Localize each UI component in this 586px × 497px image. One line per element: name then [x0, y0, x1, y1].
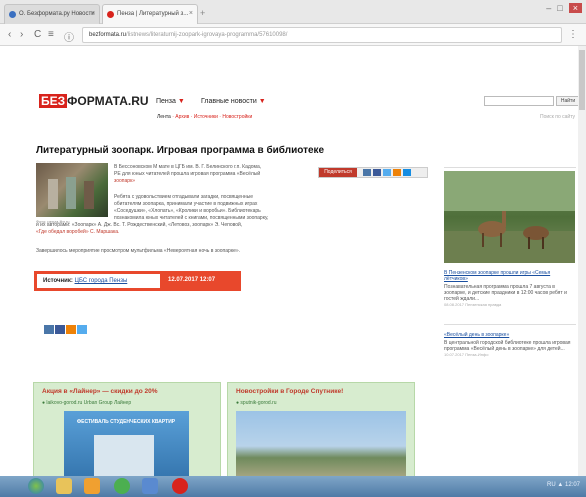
sidebar-story-1-date: 08.08.2017 Пензенская правда — [444, 302, 502, 307]
reload-icon[interactable]: C — [34, 29, 41, 40]
article-title: Литературный зоопарк. Игровая программа … — [36, 145, 325, 156]
close-tab-icon[interactable]: × — [189, 10, 193, 17]
url-path: /listnews/literaturnij-zoopark-igrovaya-… — [126, 32, 288, 38]
nav-city[interactable]: Пенза ▼ — [156, 98, 185, 105]
subnav-sources[interactable]: Источники — [194, 114, 218, 120]
ok-icon[interactable] — [66, 325, 76, 334]
chevron-down-icon: ▼ — [258, 98, 266, 105]
sidebar-photo[interactable] — [444, 171, 575, 263]
scrollbar-thumb[interactable] — [579, 50, 585, 110]
ad-title[interactable]: Новостройки в Городе Спутнике! — [236, 388, 343, 395]
sidebar-story-2: «Весёлый день в зоопарке» В центральной … — [444, 332, 575, 358]
twitter-icon[interactable] — [383, 169, 391, 176]
twitter-icon[interactable] — [77, 325, 87, 334]
ad-image[interactable]: ФЕСТИВАЛЬ СТУДЕНЧЕСКИХ КВАРТИР — [64, 411, 189, 476]
minimize-icon[interactable]: – — [546, 3, 557, 13]
sidebar-divider — [444, 167, 576, 168]
deer-photo — [444, 171, 575, 263]
back-icon[interactable]: ‹ — [8, 29, 11, 40]
subnav-newbuilds[interactable]: Новостройки — [222, 114, 252, 120]
tab-news[interactable]: О. Безформата.ру Новости × — [4, 4, 100, 24]
vk-icon[interactable] — [363, 169, 371, 176]
url-host: bezformata.ru — [89, 32, 127, 38]
close-tab-icon[interactable]: × — [91, 10, 95, 17]
ok-icon[interactable] — [393, 169, 401, 176]
article-body-cont: и их авторами: «Зоопарк» А. Дж. Вс. Т. Р… — [36, 222, 243, 235]
system-tray[interactable]: RU ▲ 12:07 — [547, 482, 580, 488]
sidebar-story-2-title[interactable]: «Весёлый день в зоопарке» — [444, 332, 575, 338]
address-bar[interactable]: bezformata.ru/listnews/literaturnij-zoop… — [82, 27, 562, 43]
site-info-icon[interactable]: ⓘ — [64, 29, 74, 44]
sidebar-story-1: В Пензенском зоопарке прошли игры «Семья… — [444, 270, 575, 308]
ad-image-caption: ФЕСТИВАЛЬ СТУДЕНЧЕСКИХ КВАРТИР — [76, 419, 176, 425]
sidebar-story-1-title[interactable]: В Пензенском зоопарке прошли игры «Семья… — [444, 270, 575, 282]
sidebar-story-2-text: В центральной городской библиотеке прошл… — [444, 340, 571, 352]
ad-block-1[interactable]: Акция в «Лайнер» — скидки до 20% ● laiko… — [33, 382, 221, 476]
article-body: Ребята с удовольствием отгадывали загадк… — [114, 194, 269, 221]
vk-icon[interactable] — [44, 325, 54, 334]
tab-article[interactable]: Пенза | Литературный з... × — [102, 4, 198, 24]
page-scrollbar[interactable] — [578, 46, 586, 476]
site-favicon-icon — [107, 11, 114, 18]
taskbar: RU ▲ 12:07 — [0, 476, 586, 497]
article-date: 12.07.2017 12:07 — [168, 277, 216, 283]
share-widget: Поделиться — [318, 167, 428, 178]
mail-icon[interactable] — [403, 169, 411, 176]
chrome-icon[interactable] — [114, 478, 130, 494]
ad-source[interactable]: ● sputnik-gorod.ru — [236, 400, 277, 406]
maximize-icon[interactable]: □ — [557, 3, 568, 13]
menu-list-icon[interactable]: ≡ — [48, 29, 54, 40]
nav-main-news[interactable]: Главные новости ▼ — [201, 98, 266, 105]
facebook-icon[interactable] — [55, 325, 65, 334]
close-window-icon[interactable]: × — [568, 3, 582, 13]
browser-toolbar: ‹ › C ≡ ⓘ bezformata.ru/listnews/literat… — [0, 24, 586, 46]
ad-title[interactable]: Акция в «Лайнер» — скидки до 20% — [42, 388, 157, 395]
sidebar-divider — [444, 324, 576, 325]
web-page: БЕЗ ФОРМАТА.RU Пенза ▼ Главные новости ▼ … — [0, 46, 586, 476]
share-button[interactable]: Поделиться — [319, 168, 357, 177]
search-hint[interactable]: Поиск по сайту — [540, 114, 575, 120]
tab-title: Пенза | Литературный з... — [117, 11, 189, 17]
article-photo[interactable] — [36, 163, 108, 217]
app-icon[interactable] — [142, 478, 158, 494]
start-button[interactable] — [28, 478, 44, 494]
ad-image[interactable] — [236, 411, 406, 476]
forward-icon[interactable]: › — [20, 29, 23, 40]
search-input[interactable] — [484, 96, 554, 106]
tab-title: О. Безформата.ру Новости — [19, 11, 95, 17]
subnav-feed[interactable]: Лента — [157, 114, 171, 120]
article-footer: Завершилось мероприятие просмотром мульт… — [36, 248, 241, 254]
browser-menu-icon[interactable]: ⋮ — [568, 29, 578, 40]
article-lead: В Бессоновском М мате в ЦГБ им. В. Г. Бе… — [114, 164, 262, 184]
media-player-icon[interactable] — [84, 478, 100, 494]
sub-navigation: Лента · Архив · Источники · Новостройки — [157, 114, 253, 120]
opera-icon[interactable] — [172, 478, 188, 494]
source-bar: Источник: ЦБС города Пензы 12.07.2017 12… — [34, 271, 241, 291]
tab-bar: О. Безформата.ру Новости × Пенза | Литер… — [0, 0, 586, 24]
sidebar-story-1-text: Познавательная программа прошла 7 август… — [444, 284, 567, 302]
site-favicon-icon — [9, 11, 16, 18]
social-buttons — [44, 321, 88, 339]
facebook-icon[interactable] — [373, 169, 381, 176]
explorer-icon[interactable] — [56, 478, 72, 494]
sidebar-story-2-date: 10.07.2017 Пенза-Инфо — [444, 352, 489, 357]
subnav-archive[interactable]: Архив — [175, 114, 189, 120]
source-link[interactable]: ЦБС города Пензы — [75, 278, 128, 284]
ad-source[interactable]: ● laikovo-gorod.ru Urban Group Лайнер — [42, 400, 131, 406]
chevron-down-icon: ▼ — [177, 98, 185, 105]
site-logo[interactable]: БЕЗ ФОРМАТА.RU — [39, 94, 149, 108]
ad-block-2[interactable]: Новостройки в Городе Спутнике! ● sputnik… — [227, 382, 415, 476]
new-tab-button[interactable]: + — [200, 8, 212, 18]
window-controls: –□ × — [546, 3, 582, 13]
source-label: Источник: — [43, 278, 73, 284]
search-button[interactable]: Найти — [556, 96, 580, 106]
